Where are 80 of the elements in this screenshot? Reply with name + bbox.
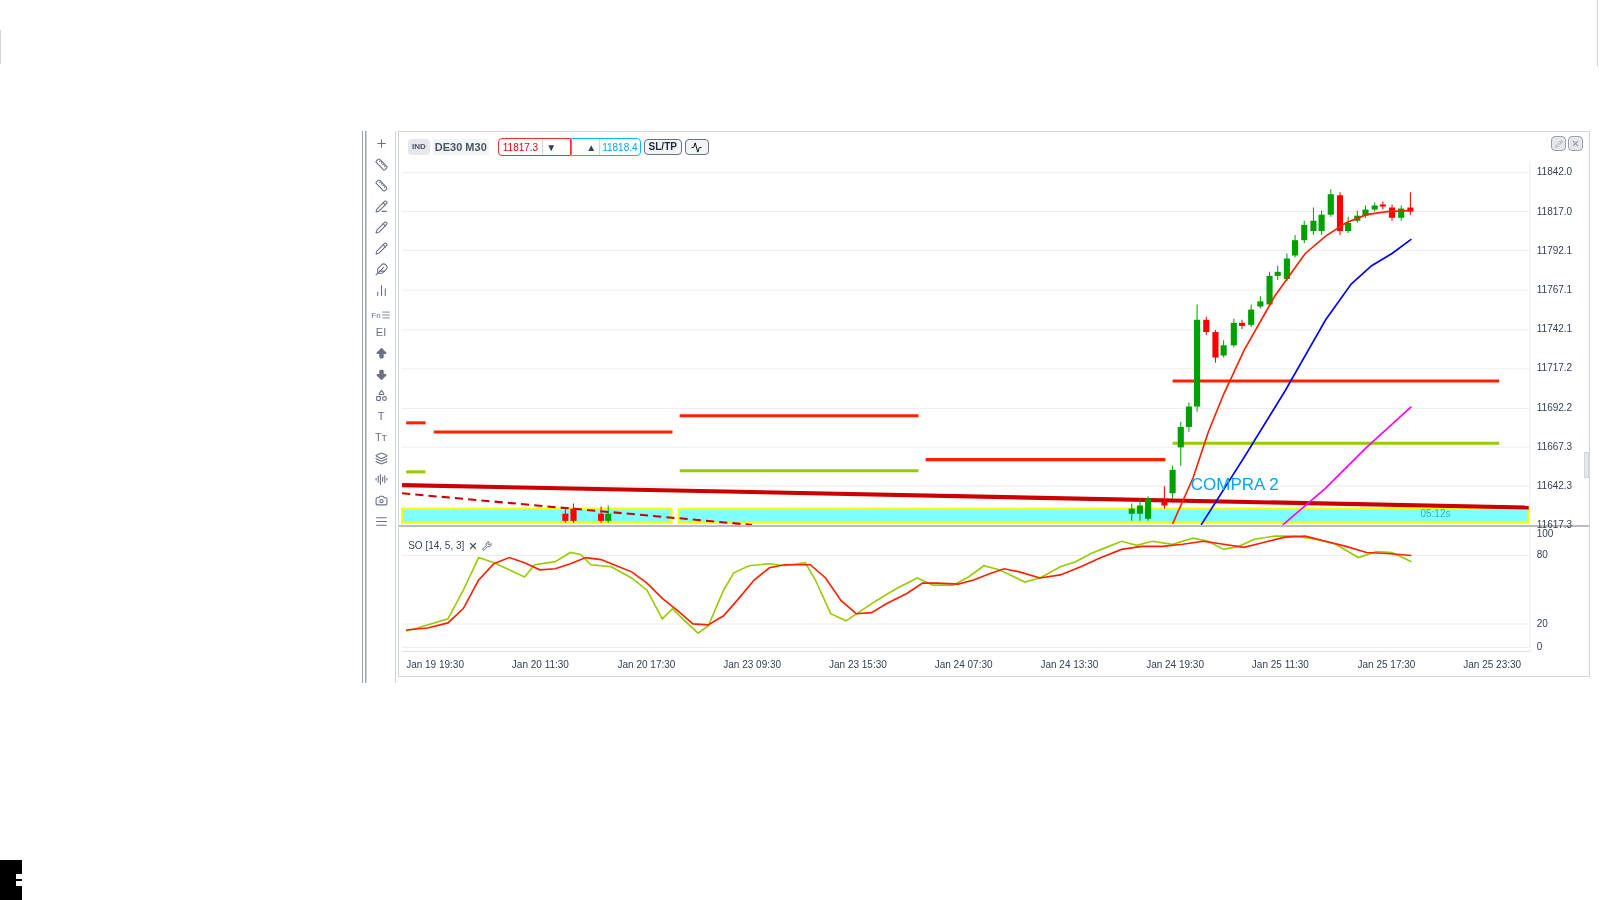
price-tick-label: 11642.3: [1536, 480, 1573, 491]
candle: [1248, 303, 1255, 328]
function-label: Fn: [371, 312, 381, 320]
price-tick-label: 11667.3: [1536, 441, 1573, 452]
candle: [1283, 252, 1290, 282]
oscillator-label: SO [14, 5, 3]: [408, 540, 465, 551]
feather-icon: [374, 262, 388, 276]
oscillator-tick-label: 80: [1536, 550, 1548, 561]
price-tick-label: 11817.0: [1536, 206, 1573, 217]
candle: [1388, 203, 1396, 222]
level-line: [406, 470, 426, 474]
menu-icon: [380, 310, 391, 320]
indicator-settings-button[interactable]: [482, 540, 493, 551]
remove-indicator-button[interactable]: [468, 540, 479, 551]
candle: [1407, 191, 1414, 216]
candle: [1398, 204, 1405, 222]
price-tick-label: 11617.3: [1536, 520, 1573, 531]
date-tick-label: Jan 19 19:30: [406, 660, 464, 671]
ruler-icon: [374, 178, 388, 192]
bar-timer: 05:12s: [1420, 509, 1451, 520]
pencil-line-icon: [374, 199, 388, 213]
symbol-label: DE30 M30: [432, 138, 489, 156]
date-tick-label: Jan 23 09:30: [723, 660, 782, 671]
price-tick-label: 11792.1: [1536, 245, 1573, 256]
date-tick-label: Jan 24 19:30: [1146, 660, 1204, 671]
camera-icon: [374, 493, 388, 507]
wrench-icon: [482, 540, 493, 551]
date-tick-label: Jan 20 11:30: [511, 660, 569, 671]
candle: [1145, 495, 1152, 522]
close-icon: [1571, 139, 1580, 148]
date-tick-label: Jan 24 07:30: [934, 660, 993, 671]
ruler-icon: [374, 157, 388, 171]
instrument-badge: IND: [408, 139, 430, 155]
arrow-up-icon: [374, 346, 388, 360]
bar-chart-icon: [374, 283, 388, 297]
plus-icon: [374, 136, 388, 150]
pencil-icon: [374, 220, 388, 234]
oscillator-tick-label: 0: [1536, 641, 1543, 652]
buy-button[interactable]: ▲: [572, 139, 601, 155]
shapes-icon: [374, 388, 388, 402]
oscillator-tick-label: 20: [1536, 618, 1548, 629]
candle: [1301, 220, 1308, 244]
grid-icon: [16, 874, 22, 886]
buy-price: 11818.4: [601, 140, 639, 155]
candle: [1257, 295, 1264, 310]
candle: [1203, 316, 1210, 336]
sell-button[interactable]: ▼: [542, 139, 571, 155]
sl-tp-button[interactable]: SL/TP: [643, 139, 682, 155]
oscillator-tick-label: 100: [1536, 528, 1554, 539]
date-tick-label: Jan 25 11:30: [1251, 660, 1309, 671]
toolbar-button[interactable]: EI: [370, 323, 392, 341]
price-tick-label: 11842.0: [1536, 167, 1573, 178]
close-icon: [468, 540, 479, 551]
arrow-down-icon: [374, 367, 388, 381]
resize-handle[interactable]: [1584, 452, 1589, 479]
zigzag-icon: [691, 141, 703, 153]
date-tick-label: Jan 23 15:30: [829, 660, 887, 671]
edit-button[interactable]: [1551, 136, 1566, 151]
layers-icon: [374, 451, 388, 465]
price-tick-label: 11767.1: [1536, 285, 1573, 296]
date-tick-label: Jan 25 17:30: [1357, 660, 1416, 671]
sell-price: 11817.3: [501, 140, 540, 155]
date-tick-label: Jan 25 23:30: [1463, 660, 1522, 671]
candle: [1292, 234, 1299, 259]
close-button[interactable]: [1568, 136, 1583, 151]
toolbar-button[interactable]: Fn: [370, 302, 392, 320]
toolbar-button[interactable]: Tᴛ: [370, 428, 392, 446]
date-tick-label: Jan 20 17:30: [617, 660, 676, 671]
pencil-icon: [1554, 139, 1563, 148]
bars-icon: [374, 472, 388, 486]
price-tick-label: 11692.2: [1536, 402, 1573, 413]
candle: [1327, 188, 1334, 218]
pencil-icon: [374, 241, 388, 255]
level-line: [406, 421, 426, 425]
list-icon: [374, 514, 388, 528]
toolbar-button[interactable]: T: [370, 407, 392, 425]
price-tick-label: 11717.2: [1536, 363, 1573, 374]
price-tick-label: 11742.1: [1536, 324, 1573, 335]
date-tick-label: Jan 24 13:30: [1040, 660, 1099, 671]
chart-type-button[interactable]: [684, 139, 709, 155]
